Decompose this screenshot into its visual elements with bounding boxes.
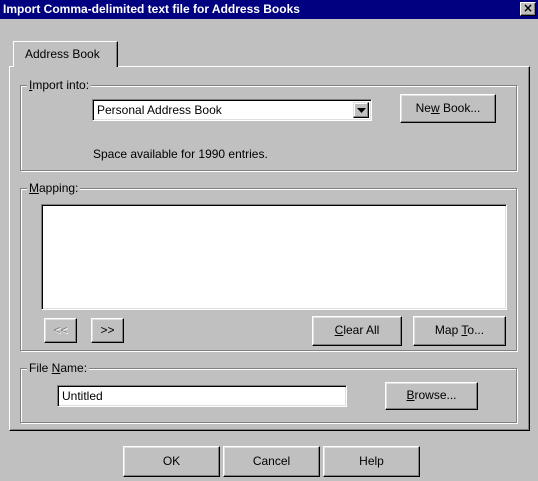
clear-all-button[interactable]: Clear All <box>312 316 402 346</box>
close-button[interactable]: × <box>520 2 536 16</box>
chevron-down-icon <box>357 108 366 113</box>
browse-button[interactable]: Browse... <box>385 382 478 410</box>
import-dialog: Import Comma-delimited text file for Add… <box>0 0 538 481</box>
import-into-legend: Import into: <box>27 78 92 92</box>
tab-address-book[interactable]: Address Book <box>13 41 118 67</box>
window-title: Import Comma-delimited text file for Add… <box>3 2 300 16</box>
address-book-select[interactable]: Personal Address Book <box>92 99 372 121</box>
next-button[interactable]: >> <box>91 318 124 343</box>
prev-button: << <box>44 318 77 343</box>
tab-label: Address Book <box>25 47 100 61</box>
new-book-button[interactable]: New Book... <box>400 94 496 123</box>
mapping-list[interactable] <box>41 204 507 310</box>
dropdown-button[interactable] <box>353 102 369 118</box>
address-book-select-value: Personal Address Book <box>97 103 222 117</box>
mapping-legend: Mapping: <box>27 181 81 195</box>
title-bar[interactable]: Import Comma-delimited text file for Add… <box>0 0 538 19</box>
ok-button[interactable]: OK <box>123 446 220 477</box>
map-to-button[interactable]: Map To... <box>413 316 506 346</box>
space-available-text: Space available for 1990 entries. <box>93 147 268 161</box>
cancel-button[interactable]: Cancel <box>223 446 320 477</box>
help-button[interactable]: Help <box>323 446 420 477</box>
close-icon: × <box>522 1 534 15</box>
file-name-input[interactable]: Untitled <box>57 385 347 407</box>
file-name-legend: File Name: <box>27 361 90 375</box>
file-name-value: Untitled <box>62 389 103 403</box>
